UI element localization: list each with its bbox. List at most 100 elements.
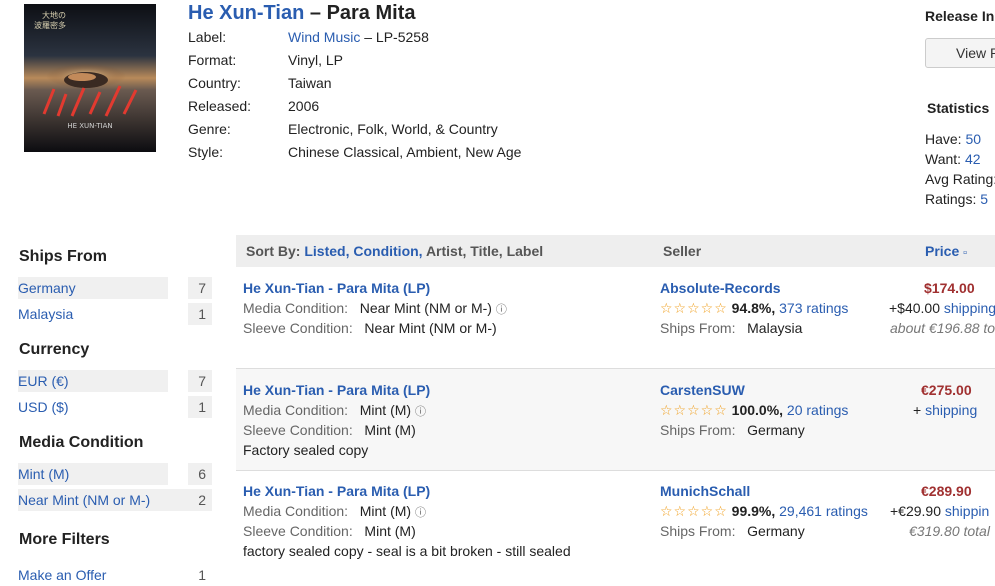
info-row-label: Label: Wind Music – LP-5258 <box>188 28 521 51</box>
star-rating-icon: ☆☆☆☆☆ <box>660 402 728 418</box>
info-value: Electronic, Folk, World, & Country <box>288 121 498 137</box>
listing-comment: Factory sealed copy <box>243 442 369 458</box>
info-key: Genre: <box>188 121 231 137</box>
info-row-style: Style: Chinese Classical, Ambient, New A… <box>188 143 521 166</box>
shipping-link[interactable]: shippin <box>945 503 989 519</box>
item-price: $174.00 <box>924 280 975 296</box>
filter-count: 1 <box>198 567 206 583</box>
media-condition-value: Near Mint (NM or M-) <box>359 300 492 316</box>
ships-from: Ships From: Germany <box>660 523 805 539</box>
filter-label: Mint (M) <box>18 466 70 482</box>
info-icon[interactable]: ⓘ <box>496 304 507 316</box>
listing-title[interactable]: He Xun-Tian - Para Mita (LP) <box>243 483 430 499</box>
filter-currency-usd[interactable]: USD ($) 1 <box>18 396 212 418</box>
sleeve-condition: Sleeve Condition: Mint (M) <box>243 523 416 539</box>
rating-percent: 100.0%, <box>731 402 784 418</box>
rating-percent: 99.9%, <box>731 503 776 519</box>
view-release-button[interactable]: View R <box>925 38 995 68</box>
seller-link[interactable]: MunichSchall <box>660 483 750 499</box>
listing-comment: factory sealed copy - seal is a bit brok… <box>243 543 571 559</box>
seller-link[interactable]: CarstenSUW <box>660 382 745 398</box>
filter-ships-germany[interactable]: Germany 7 <box>18 277 212 299</box>
filter-label: EUR (€) <box>18 373 69 389</box>
star-rating-icon: ☆☆☆☆☆ <box>660 503 728 519</box>
filter-count: 1 <box>188 396 212 418</box>
have-link[interactable]: 50 <box>965 131 981 147</box>
price-sort-link[interactable]: Price <box>925 243 959 259</box>
info-icon[interactable]: ⓘ <box>415 507 426 519</box>
filter-media-near-mint[interactable]: Near Mint (NM or M-) 2 <box>18 489 212 511</box>
media-condition-label: Media Condition: <box>243 402 349 418</box>
shipping-cost: +€29.90 shippin <box>890 503 989 519</box>
want-link[interactable]: 42 <box>965 151 981 167</box>
shipping-cost: + shipping <box>913 402 977 418</box>
ships-from-label: Ships From: <box>660 320 736 336</box>
stat-label: Avg Rating: <box>925 171 995 187</box>
media-condition: Media Condition: Mint (M) ⓘ <box>243 503 426 520</box>
ratings-count-link[interactable]: 373 ratings <box>779 300 848 316</box>
sleeve-condition-label: Sleeve Condition: <box>243 320 353 336</box>
listing-title[interactable]: He Xun-Tian - Para Mita (LP) <box>243 382 430 398</box>
seller-link[interactable]: Absolute-Records <box>660 280 781 296</box>
sleeve-condition-label: Sleeve Condition: <box>243 523 353 539</box>
stat-label: Ratings: <box>925 191 977 207</box>
price-column-header[interactable]: Price ▫ <box>925 235 967 269</box>
album-cover[interactable]: 大地の 波羅密多 HE XUN-TIAN <box>24 4 156 152</box>
shipping-link[interactable]: shipping <box>944 300 995 316</box>
info-value: Vinyl, LP <box>288 52 343 68</box>
info-key: Format: <box>188 52 237 68</box>
rating-percent: 94.8%, <box>731 300 776 316</box>
listing-title[interactable]: He Xun-Tian - Para Mita (LP) <box>243 280 430 296</box>
svg-text:波羅密多: 波羅密多 <box>34 20 66 30</box>
info-key: Released: <box>188 98 252 114</box>
filter-label: Germany <box>18 280 76 296</box>
listing-row: He Xun-Tian - Para Mita (LP) Media Condi… <box>236 268 995 368</box>
star-rating-icon: ☆☆☆☆☆ <box>660 300 728 316</box>
media-condition-label: Media Condition: <box>243 300 349 316</box>
total-price: about €196.88 to <box>890 320 995 336</box>
media-condition: Media Condition: Near Mint (NM or M-) ⓘ <box>243 300 507 317</box>
stat-have: Have: 50 <box>925 131 981 147</box>
ships-from-label: Ships From: <box>660 422 736 438</box>
ships-from-value: Germany <box>747 422 805 438</box>
info-row-genre: Genre: Electronic, Folk, World, & Countr… <box>188 120 521 143</box>
shipping-amount: +€29.90 <box>890 503 941 519</box>
info-icon[interactable]: ⓘ <box>415 406 426 418</box>
sort-other-options: Artist, Title, Label <box>425 243 544 259</box>
filter-count: 1 <box>188 303 212 325</box>
sort-icon: ▫ <box>963 247 968 259</box>
stat-label: Want: <box>925 151 962 167</box>
filter-count: 7 <box>188 370 212 392</box>
ships-from-label: Ships From: <box>660 523 736 539</box>
label-link[interactable]: Wind Music <box>288 29 360 45</box>
ships-from: Ships From: Malaysia <box>660 320 802 336</box>
filter-count: 7 <box>188 277 212 299</box>
listings-table-header: Sort By: Listed, Condition, Artist, Titl… <box>236 235 995 267</box>
release-name: Para Mita <box>326 2 416 24</box>
shipping-cost: +$40.00 shipping <box>889 300 995 316</box>
artist-link[interactable]: He Xun-Tian <box>188 2 304 24</box>
sleeve-condition-value: Near Mint (NM or M-) <box>364 320 497 336</box>
shipping-link[interactable]: shipping <box>925 402 977 418</box>
filter-currency-eur[interactable]: EUR (€) 7 <box>18 370 212 392</box>
filter-make-offer[interactable]: Make an Offer 1 <box>18 564 212 586</box>
filter-heading-ships-from: Ships From <box>19 248 108 265</box>
sort-listed-link[interactable]: Listed, <box>304 243 349 259</box>
filter-label: Malaysia <box>18 306 74 322</box>
sort-condition-link[interactable]: Condition, <box>353 243 422 259</box>
ships-from: Ships From: Germany <box>660 422 805 438</box>
media-condition: Media Condition: Mint (M) ⓘ <box>243 402 426 419</box>
sleeve-condition: Sleeve Condition: Near Mint (NM or M-) <box>243 320 497 336</box>
filter-ships-malaysia[interactable]: Malaysia 1 <box>18 303 212 325</box>
title-separator: – <box>304 2 327 24</box>
listing-row: He Xun-Tian - Para Mita (LP) Media Condi… <box>236 369 995 470</box>
seller-column-header[interactable]: Seller <box>663 235 701 267</box>
media-condition-value: Mint (M) <box>359 503 412 519</box>
ratings-count-link[interactable]: 20 ratings <box>787 402 848 418</box>
shipping-amount: + <box>913 402 922 418</box>
ratings-link[interactable]: 5 <box>980 191 988 207</box>
seller-rating: ☆☆☆☆☆ 94.8%, 373 ratings <box>660 300 848 317</box>
filter-media-mint[interactable]: Mint (M) 6 <box>18 463 212 485</box>
ratings-count-link[interactable]: 29,461 ratings <box>779 503 868 519</box>
info-key: Label: <box>188 29 227 45</box>
